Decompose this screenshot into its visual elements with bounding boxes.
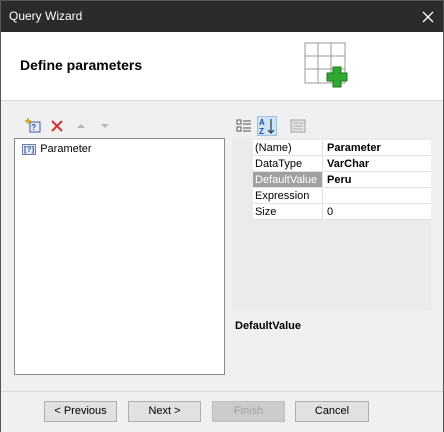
categorized-view-icon[interactable] xyxy=(234,116,254,136)
wizard-footer: < Previous Next > Finish Cancel xyxy=(1,391,443,432)
property-row-datatype[interactable]: DataType VarChar xyxy=(253,156,431,172)
move-down-icon[interactable] xyxy=(96,117,114,135)
sort-alphabetical-icon[interactable]: A Z xyxy=(257,116,277,136)
move-up-icon[interactable] xyxy=(72,117,90,135)
title-bar: Query Wizard xyxy=(1,1,443,32)
window-title: Query Wizard xyxy=(9,9,83,23)
page-title: Define parameters xyxy=(20,57,143,73)
svg-text:A: A xyxy=(259,118,265,127)
property-value[interactable]: Parameter xyxy=(324,140,431,156)
parameters-toolbar: ? xyxy=(24,117,114,135)
finish-button[interactable]: Finish xyxy=(212,401,285,422)
property-name: (Name) xyxy=(253,140,323,156)
svg-text:Z: Z xyxy=(259,127,264,135)
property-pages-icon[interactable] xyxy=(288,116,308,136)
wizard-header: Define parameters xyxy=(1,32,443,101)
property-row-defaultvalue[interactable]: DefaultValue Peru xyxy=(253,172,431,188)
property-grid: (Name) Parameter DataType VarChar Defaul… xyxy=(232,138,431,310)
property-description-title: DefaultValue xyxy=(235,320,302,332)
property-row-expression[interactable]: Expression xyxy=(253,188,431,204)
next-button[interactable]: Next > xyxy=(128,401,201,422)
property-value[interactable] xyxy=(324,188,431,204)
property-grid-toolbar: A Z xyxy=(232,114,431,138)
property-row-size[interactable]: Size 0 xyxy=(253,204,431,220)
add-parameter-icon[interactable]: ? xyxy=(24,117,42,135)
property-name: Expression xyxy=(253,188,323,204)
list-item[interactable]: [?] Parameter xyxy=(22,142,92,156)
cancel-button[interactable]: Cancel xyxy=(295,401,369,422)
parameter-label: Parameter xyxy=(40,143,92,155)
property-row-name[interactable]: (Name) Parameter xyxy=(253,140,431,156)
parameters-list[interactable]: [?] Parameter xyxy=(14,138,225,375)
property-name: DefaultValue xyxy=(253,172,323,188)
property-value[interactable]: Peru xyxy=(324,172,431,188)
previous-button[interactable]: < Previous xyxy=(44,401,117,422)
close-icon[interactable] xyxy=(413,1,443,32)
delete-icon[interactable] xyxy=(48,117,66,135)
property-value[interactable]: 0 xyxy=(324,204,431,220)
property-value[interactable]: VarChar xyxy=(324,156,431,172)
svg-text:?: ? xyxy=(31,123,36,132)
parameter-icon: [?] xyxy=(22,143,37,155)
query-wizard-window: Query Wizard Define parameters ? [?] Par… xyxy=(0,0,444,432)
property-name: DataType xyxy=(253,156,323,172)
table-add-icon xyxy=(304,42,350,91)
property-name: Size xyxy=(253,204,323,220)
